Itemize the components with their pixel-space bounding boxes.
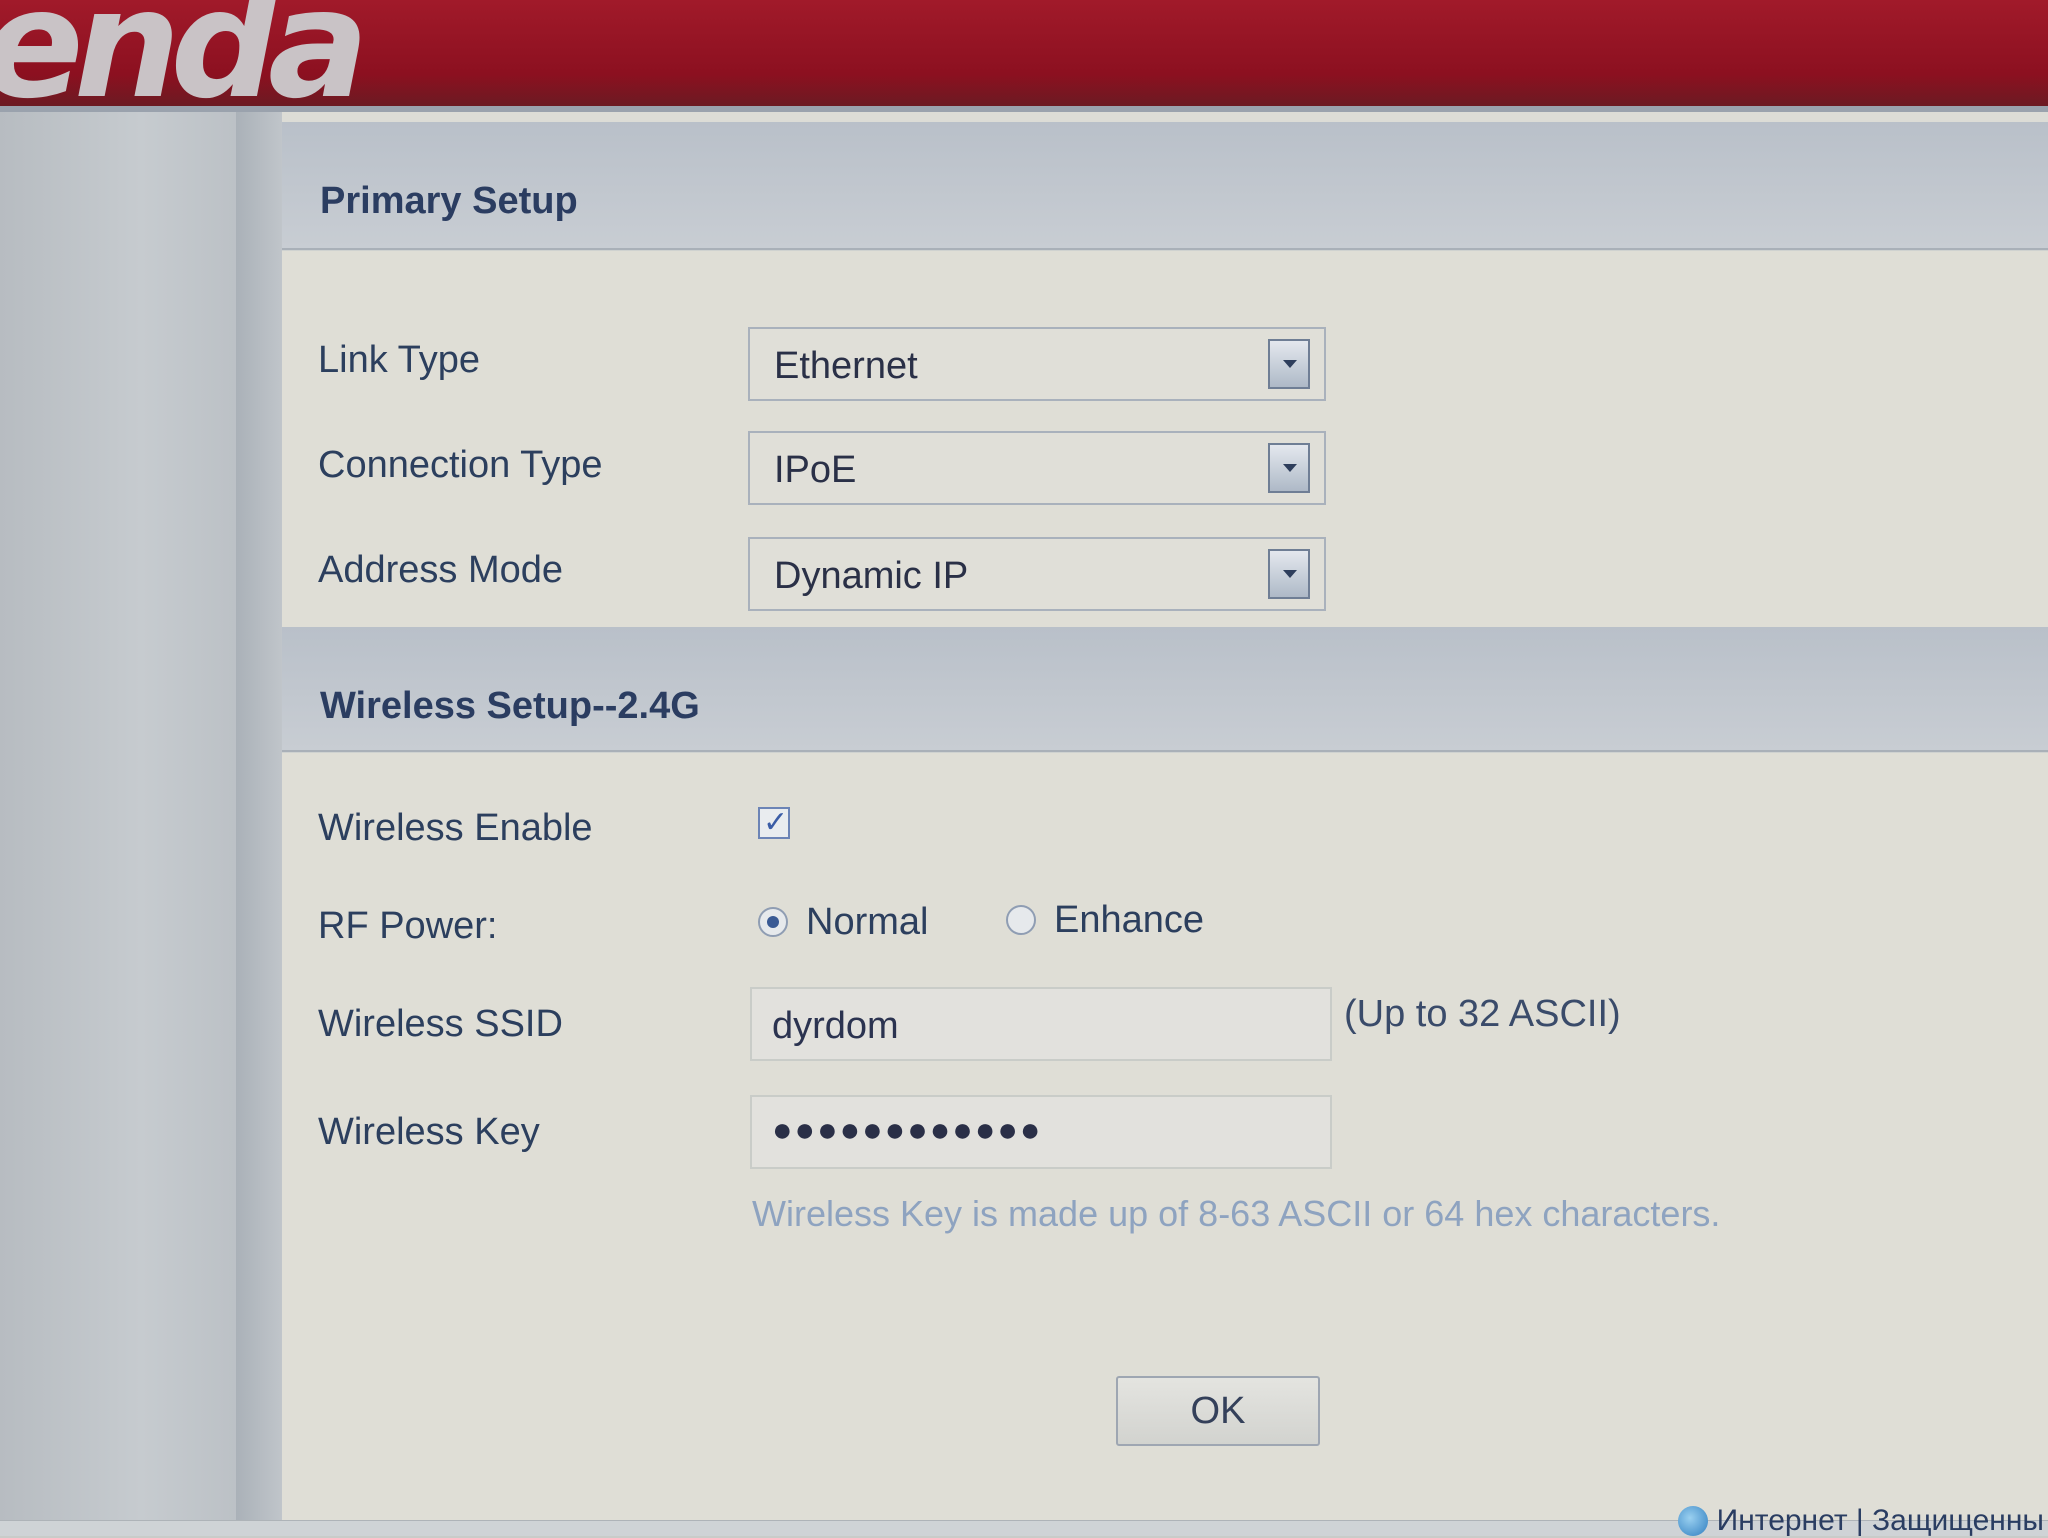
- wireless-key-label: Wireless Key: [318, 1111, 540, 1153]
- wireless-ssid-input[interactable]: dyrdom: [750, 987, 1332, 1061]
- wireless-setup-header: Wireless Setup--2.4G: [282, 627, 2048, 752]
- main-content: Primary Setup Link Type Ethernet Connect…: [282, 112, 2048, 1536]
- address-mode-label: Address Mode: [318, 549, 564, 591]
- link-type-value: Ethernet: [774, 345, 918, 387]
- key-masked-value: ●●●●●●●●●●●●: [772, 1111, 1043, 1149]
- tenda-logo: enda: [0, 0, 369, 132]
- wireless-enable-checkbox[interactable]: [758, 805, 790, 840]
- header-bar: enda: [0, 0, 2048, 120]
- address-mode-select[interactable]: Dynamic IP: [748, 537, 1326, 611]
- rf-power-enhance-label[interactable]: Enhance: [1054, 899, 1204, 942]
- wireless-setup-title: Wireless Setup--2.4G: [320, 685, 700, 727]
- primary-setup-title: Primary Setup: [320, 180, 578, 222]
- globe-icon: [1678, 1506, 1708, 1536]
- wireless-key-help: Wireless Key is made up of 8-63 ASCII or…: [752, 1193, 1721, 1234]
- connection-type-label: Connection Type: [318, 444, 603, 486]
- link-type-select[interactable]: Ethernet: [748, 327, 1326, 401]
- connection-type-value: IPoE: [774, 449, 857, 491]
- ssid-value: dyrdom: [772, 1005, 899, 1047]
- chevron-down-icon[interactable]: [1268, 339, 1310, 389]
- ok-button[interactable]: OK: [1116, 1376, 1320, 1446]
- wireless-ssid-label: Wireless SSID: [318, 1003, 563, 1045]
- left-navigation-pane: [0, 112, 236, 1536]
- address-mode-value: Dynamic IP: [774, 555, 969, 597]
- chevron-down-icon[interactable]: [1268, 443, 1310, 493]
- primary-setup-panel: Link Type Ethernet Connection Type IPoE …: [282, 250, 2048, 627]
- pane-divider: [236, 112, 282, 1536]
- primary-setup-header: Primary Setup: [282, 122, 2048, 250]
- rf-power-label: RF Power:: [318, 905, 498, 947]
- wireless-enable-label: Wireless Enable: [318, 807, 593, 849]
- link-type-label: Link Type: [318, 339, 480, 381]
- chevron-down-icon[interactable]: [1268, 549, 1310, 599]
- connection-type-select[interactable]: IPoE: [748, 431, 1326, 505]
- rf-power-normal-radio[interactable]: [758, 907, 788, 937]
- ssid-hint: (Up to 32 ASCII): [1344, 993, 1621, 1035]
- wireless-key-input[interactable]: ●●●●●●●●●●●●: [750, 1095, 1332, 1169]
- rf-power-normal-label[interactable]: Normal: [806, 901, 928, 944]
- status-zone-text: Интернет | Защищенны: [1716, 1504, 2044, 1537]
- rf-power-enhance-radio[interactable]: [1006, 905, 1036, 935]
